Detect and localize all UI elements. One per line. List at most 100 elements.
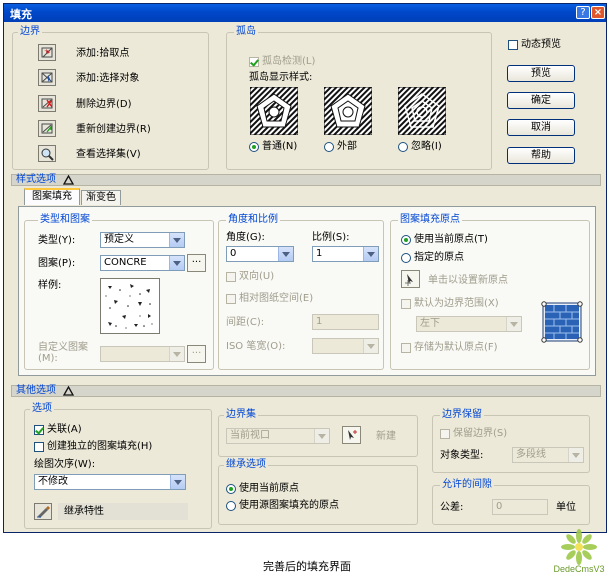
pattern-combo[interactable]: CONCRE bbox=[100, 255, 185, 271]
iso-pen-combo[interactable] bbox=[312, 338, 379, 354]
chevron-down-icon[interactable] bbox=[363, 339, 378, 353]
associative-checkbox[interactable] bbox=[34, 425, 44, 435]
type-label: 类型(Y): bbox=[38, 235, 76, 246]
extent-combo-value: 左下 bbox=[420, 318, 440, 329]
add-pick-points-button[interactable]: 添加:拾取点 bbox=[76, 48, 129, 60]
island-outer-radio[interactable] bbox=[324, 142, 334, 152]
chevron-down-icon[interactable] bbox=[169, 256, 184, 270]
svg-text:+: + bbox=[44, 48, 49, 55]
help-button[interactable]: 帮助 bbox=[507, 147, 575, 164]
object-type-label: 对象类型: bbox=[440, 450, 484, 461]
close-icon[interactable]: × bbox=[591, 6, 605, 19]
inherit-properties-icon[interactable] bbox=[34, 503, 52, 520]
tolerance-input[interactable]: 0 bbox=[492, 499, 548, 515]
remove-boundaries-button[interactable]: 删除边界(D) bbox=[76, 99, 132, 111]
extent-combo[interactable]: 左下 bbox=[416, 316, 522, 332]
double-label: 双向(U) bbox=[239, 271, 275, 282]
double-checkbox[interactable] bbox=[226, 272, 236, 282]
scale-combo[interactable]: 1 bbox=[312, 246, 379, 262]
chevron-down-icon[interactable] bbox=[170, 475, 185, 489]
draw-order-combo[interactable]: 不修改 bbox=[34, 474, 186, 490]
preview-button[interactable]: 预览 bbox=[507, 65, 575, 82]
window-title: 填充 bbox=[10, 8, 32, 21]
collapse-up-icon[interactable] bbox=[62, 174, 75, 186]
island-ignore-radio[interactable] bbox=[398, 142, 408, 152]
click-set-origin-icon[interactable] bbox=[401, 270, 420, 288]
object-type-combo[interactable]: 多段线 bbox=[512, 447, 584, 463]
add-select-objects-button[interactable]: 添加:选择对象 bbox=[76, 73, 139, 85]
add-select-objects-icon[interactable] bbox=[38, 69, 56, 86]
retain-boundaries-label: 保留边界(S) bbox=[453, 428, 508, 439]
remove-boundaries-icon[interactable] bbox=[38, 95, 56, 112]
island-outer-preview-icon[interactable] bbox=[324, 87, 372, 135]
click-set-origin-label: 单击以设置新原点 bbox=[428, 275, 508, 286]
gap-tolerance-group-label: 允许的间隙 bbox=[440, 479, 494, 491]
default-extent-label: 默认为边界范围(X) bbox=[414, 298, 499, 309]
custom-pattern-combo[interactable] bbox=[100, 346, 185, 362]
chevron-down-icon[interactable] bbox=[278, 247, 293, 261]
dynamic-preview-checkbox[interactable] bbox=[508, 40, 518, 50]
chevron-down-icon[interactable] bbox=[169, 347, 184, 361]
view-selections-icon[interactable] bbox=[38, 145, 56, 162]
add-pick-points-icon[interactable]: + bbox=[38, 44, 56, 61]
retain-boundaries-checkbox[interactable] bbox=[440, 429, 450, 439]
island-normal-radio[interactable] bbox=[249, 142, 259, 152]
island-ignore-preview-icon[interactable] bbox=[398, 87, 446, 135]
recreate-boundary-icon[interactable] bbox=[38, 120, 56, 137]
chevron-down-icon[interactable] bbox=[506, 317, 521, 331]
pattern-options-section-label: 样式选项 bbox=[16, 174, 56, 185]
watermark-text: DedeCmsV3 bbox=[553, 564, 604, 574]
inherit-current-origin-label: 使用当前原点 bbox=[239, 483, 299, 494]
chevron-down-icon[interactable] bbox=[169, 233, 184, 247]
island-normal-preview-icon[interactable] bbox=[250, 87, 298, 135]
specified-origin-radio[interactable] bbox=[401, 253, 411, 263]
origin-preview-icon bbox=[541, 301, 583, 343]
chevron-down-icon[interactable] bbox=[568, 448, 583, 462]
ok-button[interactable]: 确定 bbox=[507, 92, 575, 109]
tab-gradient[interactable]: 渐变色 bbox=[81, 190, 121, 205]
store-default-checkbox[interactable] bbox=[401, 343, 411, 353]
island-ignore-label: 忽略(I) bbox=[411, 141, 442, 152]
cancel-button[interactable]: 取消 bbox=[507, 119, 575, 136]
pattern-options-section[interactable]: 样式选项 bbox=[11, 174, 601, 186]
chevron-down-icon[interactable] bbox=[314, 429, 329, 443]
new-boundary-set-icon[interactable] bbox=[342, 426, 361, 444]
other-options-section[interactable]: 其他选项 bbox=[11, 385, 601, 397]
recreate-boundary-button[interactable]: 重新创建边界(R) bbox=[76, 124, 151, 136]
default-extent-checkbox[interactable] bbox=[401, 299, 411, 309]
use-current-origin-radio[interactable] bbox=[401, 235, 411, 245]
draw-order-label: 绘图次序(W): bbox=[34, 459, 96, 470]
boundary-set-combo[interactable]: 当前视口 bbox=[226, 428, 330, 444]
angle-combo[interactable]: 0 bbox=[226, 246, 294, 262]
custom-browse-button[interactable]: ... bbox=[187, 345, 206, 363]
boundary-group-label: 边界 bbox=[18, 26, 42, 38]
hatch-sample-swatch[interactable] bbox=[100, 278, 160, 334]
inherit-options-group-label: 继承选项 bbox=[224, 459, 268, 471]
tab-hatch[interactable]: 图案填充 bbox=[24, 188, 80, 205]
pattern-browse-button[interactable]: ... bbox=[187, 254, 206, 272]
inherit-properties-button[interactable]: 继承特性 bbox=[58, 503, 188, 520]
hatch-origin-group-label: 图案填充原点 bbox=[398, 214, 462, 226]
help-icon[interactable]: ? bbox=[576, 6, 590, 19]
scale-combo-value: 1 bbox=[316, 248, 323, 259]
view-selections-button[interactable]: 查看选择集(V) bbox=[76, 149, 141, 161]
figure-caption: 完善后的填充界面 bbox=[263, 560, 351, 573]
relative-paper-checkbox[interactable] bbox=[226, 294, 236, 304]
inherit-source-origin-label: 使用源图案填充的原点 bbox=[239, 500, 339, 511]
type-combo-value: 预定义 bbox=[104, 234, 134, 245]
spacing-input[interactable]: 1 bbox=[312, 314, 379, 330]
tolerance-unit-label: 单位 bbox=[556, 502, 576, 513]
type-combo[interactable]: 预定义 bbox=[100, 232, 185, 248]
inherit-source-origin-radio[interactable] bbox=[226, 501, 236, 511]
tab-strip: 图案填充 渐变色 bbox=[24, 188, 144, 207]
scale-label: 比例(S): bbox=[312, 232, 350, 243]
title-bar: 填充 ? × bbox=[4, 4, 606, 22]
island-detection-checkbox[interactable] bbox=[249, 57, 259, 67]
draw-order-combo-value: 不修改 bbox=[38, 476, 68, 487]
collapse-up-icon[interactable] bbox=[62, 385, 75, 397]
separate-hatches-checkbox[interactable] bbox=[34, 442, 44, 452]
custom-pattern-label: 自定义图案(M): bbox=[38, 342, 88, 364]
boundary-set-combo-value: 当前视口 bbox=[230, 430, 270, 441]
chevron-down-icon[interactable] bbox=[363, 247, 378, 261]
inherit-current-origin-radio[interactable] bbox=[226, 484, 236, 494]
